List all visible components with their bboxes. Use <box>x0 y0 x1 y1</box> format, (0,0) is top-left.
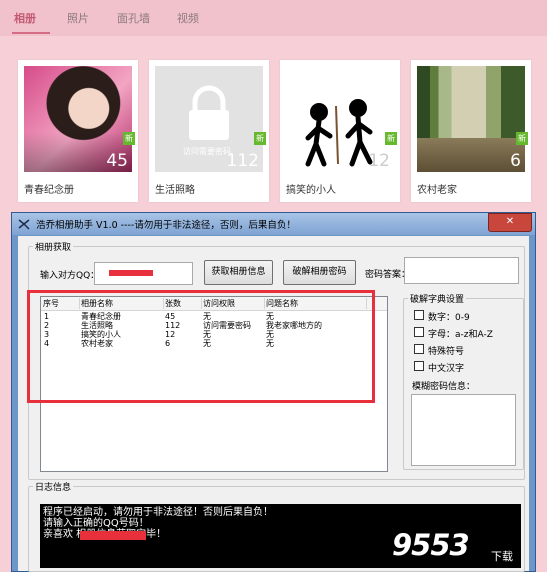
tab-face-wall[interactable]: 面孔墙 <box>117 10 150 26</box>
highlight-box <box>27 290 375 403</box>
dictionary-settings-legend: 破解字典设置 <box>408 292 467 305</box>
photo-count: 12 <box>368 151 390 171</box>
new-badge: 新 <box>385 132 397 145</box>
tab-videos[interactable]: 视频 <box>177 10 199 26</box>
album-fetch-legend: 相册获取 <box>33 240 74 253</box>
album-cover-photo: 12 <box>286 66 394 172</box>
letters-checkbox[interactable] <box>414 327 424 337</box>
log-legend: 日志信息 <box>33 480 74 493</box>
watermark-logo: 9553 <box>392 528 470 562</box>
qq-input[interactable] <box>94 262 193 285</box>
digits-checkbox[interactable] <box>414 310 424 320</box>
close-button[interactable]: ✕ <box>488 213 532 232</box>
get-album-info-button[interactable]: 获取相册信息 <box>204 260 273 285</box>
letters-label: 字母：a-z和A-Z <box>428 330 493 340</box>
album-card-3[interactable]: 12 新 搞笑的小人 <box>280 60 400 202</box>
lock-text: 访问需要密码 <box>183 147 231 156</box>
chinese-label: 中文汉字 <box>428 364 465 374</box>
album-name: 农村老家 <box>417 185 457 196</box>
chinese-checkbox[interactable] <box>414 361 424 371</box>
redaction-mark <box>80 531 146 540</box>
album-name: 青春纪念册 <box>24 185 74 196</box>
log-line: 程序已经启动，请勿用于非法途径！否则后果自负！ <box>43 507 273 518</box>
window-client-area: 相册获取 输入对方QQ： 获取相册信息 破解相册密码 密码答案： 序号 相册名称… <box>18 236 529 572</box>
photo-count: 6 <box>510 151 521 171</box>
app-icon <box>18 219 30 230</box>
digits-label: 数字：0-9 <box>428 313 470 323</box>
tab-photos[interactable]: 照片 <box>67 10 89 26</box>
window-title: 浩乔相册助手 V1.0 ----请勿用于非法途径，否则，后果自负！ <box>36 220 296 231</box>
new-badge: 新 <box>123 132 135 145</box>
album-card-4[interactable]: 6 新 农村老家 <box>411 60 531 202</box>
fuzzy-password-label: 模糊密码信息： <box>412 382 476 392</box>
album-card-1[interactable]: 45 新 青春纪念册 <box>18 60 138 202</box>
photo-count: 112 <box>226 151 259 171</box>
top-nav: 相册 照片 面孔墙 视频 <box>0 0 547 36</box>
title-bar[interactable]: 浩乔相册助手 V1.0 ----请勿用于非法途径，否则，后果自负！ ✕ <box>12 213 535 235</box>
active-tab-underline <box>12 32 50 34</box>
photo-count: 45 <box>106 151 128 171</box>
album-card-2[interactable]: 访问需要密码 112 新 生活照略 <box>149 60 269 202</box>
album-name: 搞笑的小人 <box>286 185 336 196</box>
symbols-checkbox[interactable] <box>414 344 424 354</box>
album-cover-photo: 45 <box>24 66 132 172</box>
symbols-label: 特殊符号 <box>428 347 465 357</box>
qq-label: 输入对方QQ： <box>40 271 100 281</box>
log-line: 请输入正确的QQ号码！ <box>43 518 149 529</box>
fuzzy-password-field[interactable] <box>411 394 516 466</box>
album-cover-photo: 6 <box>417 66 525 172</box>
watermark-sub: 下载 <box>491 550 513 563</box>
album-cover-locked: 访问需要密码 112 <box>155 66 263 172</box>
crack-password-button[interactable]: 破解相册密码 <box>283 260 356 285</box>
tab-albums[interactable]: 相册 <box>14 10 36 26</box>
album-name: 生活照略 <box>155 185 195 196</box>
answer-field[interactable] <box>404 257 519 284</box>
redaction-mark <box>109 270 153 276</box>
new-badge: 新 <box>516 132 528 145</box>
new-badge: 新 <box>254 132 266 145</box>
